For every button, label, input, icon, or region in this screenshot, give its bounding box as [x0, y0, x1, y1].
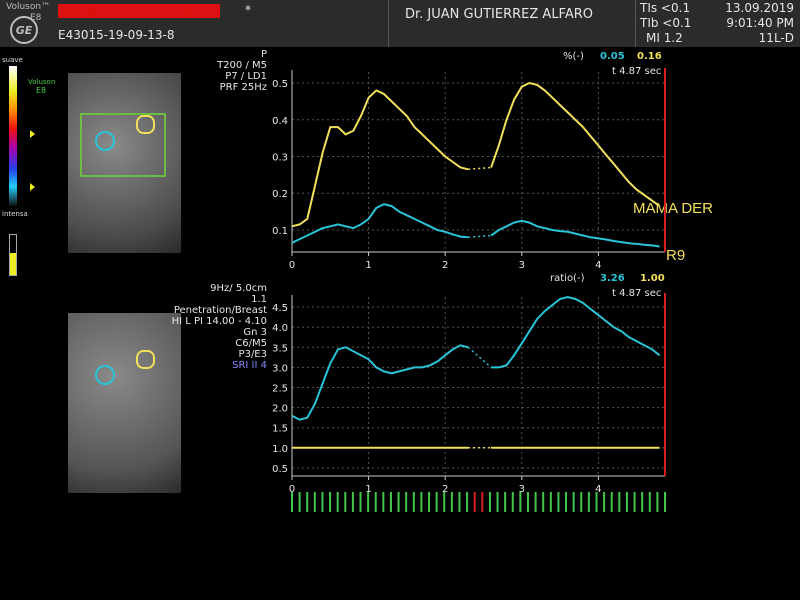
curves-svg: 0.1 0.2 0.3 0.4 0.5 0 1 2 3 4 0.5 1.0 1.5 2.0 2.5 3.0 3.…	[272, 68, 666, 512]
y-tick-label: 0.3	[272, 152, 288, 163]
y-tick-label: 1.5	[272, 424, 288, 435]
y-tick-label: 3.0	[272, 363, 288, 374]
x-tick-label: 4	[595, 260, 601, 271]
x-tick-label: 1	[365, 260, 371, 271]
x-tick-label: 0	[289, 260, 295, 271]
y-tick-label: 2.0	[272, 404, 288, 415]
x-tick-label: 2	[442, 260, 448, 271]
series-line-cyan	[291, 203, 469, 244]
series-gap-yellow	[468, 166, 492, 171]
y-tick-label: 0.5	[272, 79, 288, 90]
y-tick-label: 4.0	[272, 323, 288, 334]
y-tick-label: 0.5	[272, 464, 288, 475]
y-tick-label: 0.4	[272, 116, 288, 127]
series-gap-cyan	[468, 234, 492, 239]
y-tick-label: 4.5	[272, 303, 288, 314]
y-tick-label: 0.2	[272, 189, 288, 200]
series-line-cyan	[491, 295, 661, 369]
y-tick-label: 0.1	[272, 226, 288, 237]
y-tick-label: 3.5	[272, 343, 288, 354]
series-line-cyan	[490, 219, 660, 248]
x-tick-label: 3	[519, 260, 525, 271]
y-tick-label: 2.5	[272, 384, 288, 395]
y-tick-label: 1.0	[272, 444, 288, 455]
series-line-cyan	[291, 344, 469, 421]
series-gap-cyan	[467, 346, 492, 368]
series-line-yellow	[490, 81, 661, 207]
